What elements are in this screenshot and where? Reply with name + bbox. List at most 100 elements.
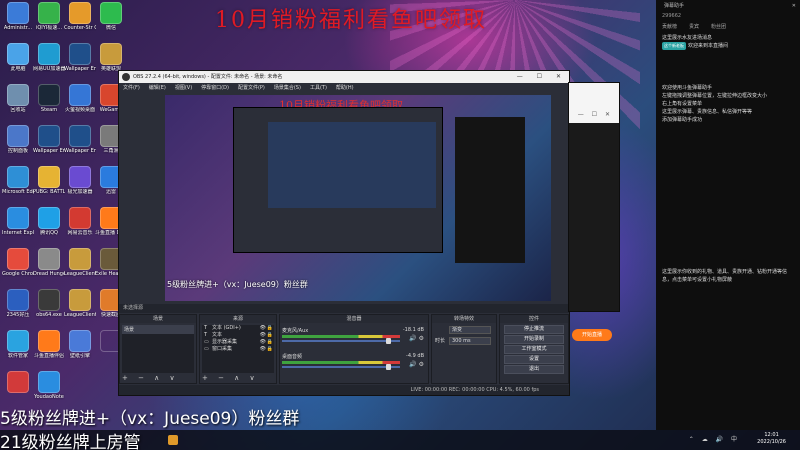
desktop-icon[interactable]: 控制面板 [2,125,34,165]
chat-message: 添加弹幕助手成功 [656,116,800,124]
companion-window-controls[interactable]: — ☐ ✕ [569,83,619,123]
source-item[interactable]: ▭ 显示器采集 👁 🔒 [202,339,274,346]
obs-preview[interactable]: 10月销粉福利看鱼吧领取 5级粉丝牌进+（vx：Juese09）粉丝群 [165,95,551,301]
source-item[interactable]: ▭ 窗口采集 👁 🔒 [202,346,274,353]
volume-fader-handle[interactable] [386,364,391,370]
desktop-icon[interactable]: 火萤视频桌面 [64,84,96,124]
volume-fader[interactable] [282,366,400,368]
desktop-icon[interactable]: Wallpaper Engine 壁纸引擎 [64,43,96,83]
menu-item[interactable]: 编辑(E) [149,85,166,91]
desktop-icon[interactable]: Internet Explorer [2,207,34,247]
desktop-icon[interactable]: Google Chrome [2,248,34,288]
desktop-icon-label: 回收站 [10,107,26,113]
volume-fader-handle[interactable] [386,338,391,344]
sources-dock-controls[interactable]: + − ∧ ∨ [202,374,259,382]
mixer-speaker-gear-icons[interactable]: 🔊 ⚙ [409,335,424,342]
desktop-icon-label: Wallpaper Engine 壁纸引擎 [33,148,65,154]
sources-list[interactable]: T 文本 (GDI+) 👁 🔒 T 文本 👁 🔒 ▭ 显示器采集 👁 🔒 ▭ 窗口采集 👁 🔒 [202,325,274,373]
desktop-icon[interactable]: LeagueClient [64,248,96,288]
desktop-icon-label: 控制面板 [7,148,28,154]
source-label: 文本 [212,332,223,338]
desktop-icon[interactable]: Wallpaper Engine [64,125,96,165]
desktop-icon[interactable]: Counter-Str Global Offe... [64,2,96,42]
taskbar-clock[interactable]: 12:01 2022/10/26 [757,432,786,446]
controls-dock-title: 控件 [500,315,568,323]
menu-item[interactable]: 场景集合(S) [274,85,301,91]
obs-window[interactable]: OBS 27.2.4 (64-bit, windows) - 配置文件: 未命名… [118,70,570,396]
volume-fader[interactable] [282,340,400,342]
menu-item[interactable]: 停靠窗口(D) [201,85,229,91]
visibility-eye-icon[interactable]: 👁 [260,346,266,353]
menu-item[interactable]: 配置文件(P) [238,85,265,91]
desktop-icon[interactable]: Steam [33,84,65,124]
desktop-icon[interactable]: 2345好压 [2,289,34,329]
lock-icon[interactable]: 🔒 [267,346,273,353]
desktop-icon[interactable]: 极光加速器 [64,166,96,206]
app-icon [100,2,122,24]
mixer-speaker-gear-icons[interactable]: 🔊 ⚙ [409,361,424,368]
lock-icon[interactable]: 🔒 [267,339,273,346]
chat-tab[interactable]: 粉丝团 [711,24,726,30]
app-icon [7,2,29,24]
close-icon[interactable]: ✕ [792,0,796,12]
obs-titlebar[interactable]: OBS 27.2.4 (64-bit, windows) - 配置文件: 未命名… [119,71,569,83]
chat-message-text: 欢迎使用斗鱼弹幕助手 [662,85,713,91]
control-button[interactable]: 开始录制 [504,335,564,344]
app-icon [38,2,60,24]
source-item[interactable]: T 文本 (GDI+) 👁 🔒 [202,325,274,332]
start-live-button[interactable]: 开始直播 [572,329,612,341]
desktop-icon[interactable]: obs64.exe [33,289,65,329]
obs-window-title: OBS 27.2.4 (64-bit, windows) - 配置文件: 未命名… [133,74,283,80]
desktop-icon[interactable]: 斗鱼直播伴侣 [33,330,65,370]
window-controls[interactable]: — ☐ ✕ [517,71,567,83]
desktop-icon-label: iQIYI极速... [35,25,63,31]
desktop-icon[interactable]: 此电脑 [2,43,34,83]
source-item[interactable]: T 文本 👁 🔒 [202,332,274,339]
menu-item[interactable]: 文件(F) [123,85,140,91]
control-button[interactable]: 退出 [504,365,564,374]
system-tray[interactable]: ⌃ ☁ 🔊 中 [689,434,740,443]
visibility-eye-icon[interactable]: 👁 [260,339,266,346]
app-icon [38,371,60,393]
streaming-companion-window[interactable]: — ☐ ✕ [568,82,620,312]
transition-duration-value: 300 ms [452,338,471,344]
desktop-icon[interactable]: 网易UU加速器 [33,43,65,83]
chat-tab[interactable]: 贵宾 [689,24,699,30]
lock-icon[interactable]: 🔒 [267,325,273,332]
app-icon [38,207,60,229]
desktop-icon[interactable]: PUBG: BATTLEGR... [33,166,65,206]
menu-item[interactable]: 帮助(H) [336,85,354,91]
desktop-icon[interactable]: 腾讯QQ [33,207,65,247]
app-icon [69,2,91,24]
danmaku-chat-panel[interactable]: 弹幕助手 ✕ 299662 贡献榜 贵宾 粉丝团 这里展示水友进场消息 这个新老板 欢迎… [656,0,800,430]
chat-tab[interactable]: 贡献榜 [662,24,677,30]
desktop-icon[interactable]: Wallpaper Engine 壁纸引擎 [33,125,65,165]
app-icon [38,84,60,106]
visibility-eye-icon[interactable]: 👁 [260,325,266,332]
desktop-icon-label: Dread Hunger [33,271,65,277]
desktop-icon[interactable]: iQIYI极速... [33,2,65,42]
desktop-icon[interactable]: 回收站 [2,84,34,124]
desktop-icon[interactable]: 软件管家 [2,330,34,370]
scenes-list[interactable]: 场景 [122,325,194,373]
control-button[interactable]: 工作室模式 [504,345,564,354]
desktop-icon[interactable]: Dread Hunger [33,248,65,288]
menu-item[interactable]: 工具(T) [310,85,327,91]
desktop-icon[interactable]: 网易云音乐 [64,207,96,247]
desktop-icon[interactable]: LeagueClient [64,289,96,329]
scene-item[interactable]: 场景 [122,325,194,334]
desktop-icon[interactable]: 壁纸引擎 [64,330,96,370]
source-type-icon: ▭ [204,339,209,345]
control-button[interactable]: 设置 [504,355,564,364]
visibility-eye-icon[interactable]: 👁 [260,332,266,339]
lock-icon[interactable]: 🔒 [267,332,273,339]
menu-item[interactable]: 视图(V) [175,85,192,91]
scenes-dock-controls[interactable]: + − ∧ ∨ [122,374,179,382]
control-button[interactable]: 停止推流 [504,325,564,334]
taskbar-pinned-app-icon[interactable] [168,435,178,445]
desktop-icon[interactable]: Administr... [2,2,34,42]
desktop-icon[interactable]: Microsoft Edge [2,166,34,206]
transition-type-value: 渐变 [452,327,463,333]
gift-message-area: 这里展示你收到的礼物、道具、贵族开通、钻粉开通等信息，点击菜单可设置小礼物屏蔽 [662,269,788,283]
desktop-icon[interactable]: 微信 [95,2,127,42]
